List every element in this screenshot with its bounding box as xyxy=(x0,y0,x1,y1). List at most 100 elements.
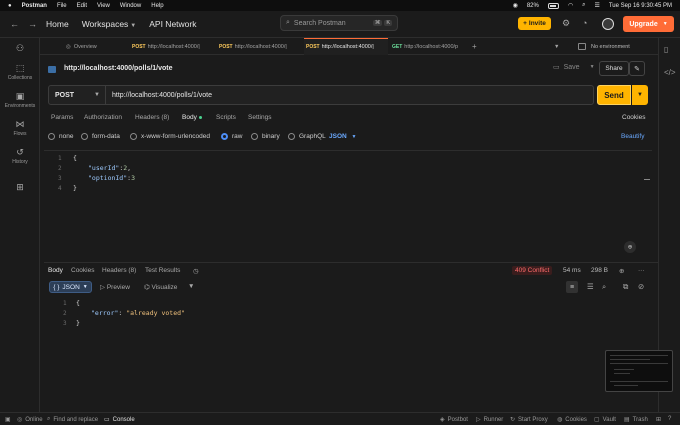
send-button[interactable]: Send xyxy=(597,85,631,105)
sidebar-item-team[interactable]: ⚇ xyxy=(0,43,40,55)
response-format-select[interactable]: { } JSON ▼ xyxy=(49,281,92,293)
chevron-down-icon[interactable]: ▼ xyxy=(188,283,194,290)
response-tab-cookies[interactable]: Cookies xyxy=(71,267,94,274)
radio-none[interactable]: none xyxy=(48,133,73,140)
menu-help[interactable]: Help xyxy=(151,3,163,9)
radio-x-www-form-urlencoded[interactable]: x-www-form-urlencoded xyxy=(130,133,210,140)
sidebar-item-flows[interactable]: ⋈ Flows xyxy=(0,119,40,137)
sidebar-item-collections[interactable]: ⬚ Collections xyxy=(0,63,40,81)
wifi-icon[interactable]: ◠ xyxy=(568,2,573,9)
workspaces-menu[interactable]: Workspaces ▼ xyxy=(82,19,137,29)
console-button[interactable]: ▭ Console xyxy=(104,416,135,424)
menu-view[interactable]: View xyxy=(97,3,110,9)
radio-form-data[interactable]: form-data xyxy=(81,133,120,140)
request-title[interactable]: http://localhost:4000/polls/1/vote xyxy=(64,65,173,72)
tab-scripts[interactable]: Scripts xyxy=(216,114,236,121)
search-icon[interactable]: ⌕ xyxy=(602,282,606,292)
share-button[interactable]: Share xyxy=(599,61,629,76)
tab-request-1[interactable]: POST http://localhost:4000/| xyxy=(132,38,214,55)
history-icon: ↺ xyxy=(16,147,24,157)
code-icon[interactable]: </> xyxy=(664,68,676,77)
tab-headers[interactable]: Headers (8) xyxy=(135,114,169,121)
invite-button[interactable]: + Invite xyxy=(518,17,551,30)
preview-button[interactable]: ▷ Preview xyxy=(100,283,130,291)
record-icon[interactable]: ◉ xyxy=(513,2,518,9)
window-thumbnail[interactable] xyxy=(605,350,673,392)
beautify-link[interactable]: Beautify xyxy=(621,133,645,140)
control-center-icon[interactable]: ☰ xyxy=(594,2,599,9)
response-tab-headers[interactable]: Headers (8) xyxy=(102,267,136,274)
battery-icon[interactable] xyxy=(547,2,559,9)
vault-button[interactable]: ▢ Vault xyxy=(594,416,616,424)
wrap-lines-icon[interactable]: ≡ xyxy=(566,281,578,293)
response-body-viewer[interactable]: 1 { 2 "error": "already voted" 3 } xyxy=(44,296,658,376)
globe-icon[interactable]: ⊕ xyxy=(619,267,624,275)
filter-icon[interactable]: ☰ xyxy=(587,282,594,291)
trash-button[interactable]: ▤ Trash xyxy=(624,416,648,424)
sidebar-item-environments[interactable]: ▣ Environments xyxy=(0,91,40,109)
chevron-down-icon[interactable]: ▼ xyxy=(554,38,559,55)
editor-scrollbar[interactable] xyxy=(644,179,650,180)
avatar[interactable] xyxy=(602,18,614,30)
forward-arrow-icon[interactable]: → xyxy=(28,19,37,29)
response-size[interactable]: 298 B xyxy=(591,267,608,274)
online-status[interactable]: ◎ Online xyxy=(17,416,43,424)
tab-overview[interactable]: ◎ Overview xyxy=(66,38,128,55)
url-input[interactable]: http://localhost:4000/polls/1/vote xyxy=(106,92,212,99)
radio-raw[interactable]: raw xyxy=(221,133,242,140)
find-replace-button[interactable]: ⌕ Find and replace xyxy=(47,416,98,423)
cookies-button[interactable]: ◍ Cookies xyxy=(557,416,587,424)
menu-window[interactable]: Window xyxy=(120,3,141,9)
layout-grid-icon[interactable]: ⊞ xyxy=(656,416,661,423)
save-button[interactable]: ▭ Save ▼ xyxy=(553,63,595,72)
request-body-editor[interactable]: 1 { 2 "userId":2, 3 "optionId":3 4 } ⊕ xyxy=(44,150,652,260)
apple-icon[interactable]: ● xyxy=(8,3,12,9)
menu-edit[interactable]: Edit xyxy=(77,3,87,9)
api-network-link[interactable]: API Network xyxy=(149,19,196,29)
tab-settings[interactable]: Settings xyxy=(248,114,272,121)
environment-selector[interactable]: No environment ▼ xyxy=(578,41,680,52)
home-link[interactable]: Home xyxy=(46,19,69,29)
app-menu[interactable]: Postman xyxy=(22,3,47,9)
grid-icon: ⊞ xyxy=(16,182,24,192)
runner-button[interactable]: ▷ Runner xyxy=(476,416,503,424)
history-icon[interactable]: ◷ xyxy=(193,267,199,275)
link-icon[interactable]: ⊘ xyxy=(638,282,644,291)
bell-icon[interactable]: ◔ xyxy=(582,18,587,28)
radio-graphql[interactable]: GraphQL xyxy=(288,133,326,140)
tab-params[interactable]: Params xyxy=(51,114,73,121)
link-icon[interactable]: ✎ xyxy=(629,61,645,76)
tab-request-2[interactable]: POST http://localhost:4000/| xyxy=(219,38,301,55)
settings-icon[interactable]: ⚙ xyxy=(562,18,570,29)
layout-icon[interactable]: ▣ xyxy=(5,416,11,423)
tab-authorization[interactable]: Authorization xyxy=(84,114,122,121)
back-arrow-icon[interactable]: ← xyxy=(10,19,19,29)
tab-body[interactable]: Body xyxy=(182,114,202,121)
visualize-button[interactable]: ⌬ Visualize xyxy=(144,283,177,291)
cursor-icon[interactable]: ⊕ xyxy=(624,241,636,253)
method-select[interactable]: POST ▼ xyxy=(49,86,106,104)
copy-icon[interactable]: ⧉ xyxy=(623,282,628,292)
sidebar-item-apps[interactable]: ⊞ xyxy=(0,182,40,194)
tab-request-4[interactable]: GET http://localhost:4000/p xyxy=(392,38,468,55)
clock[interactable]: Tue Sep 16 9:30:45 PM xyxy=(609,3,672,9)
response-time[interactable]: 54 ms xyxy=(563,267,581,274)
sidebar-item-history[interactable]: ↺ History xyxy=(0,147,40,165)
new-tab-icon[interactable]: + xyxy=(472,38,477,55)
cookies-link[interactable]: Cookies xyxy=(622,114,645,121)
tab-request-3-active[interactable]: POST http://localhost:4000/| xyxy=(304,38,388,55)
radio-binary[interactable]: binary xyxy=(251,133,280,140)
search-bar[interactable]: ⌕ Search Postman ⌘ K xyxy=(280,15,398,31)
response-tab-body[interactable]: Body xyxy=(48,267,63,274)
upgrade-button[interactable]: Upgrade ▼ xyxy=(623,16,674,32)
response-tab-test-results[interactable]: Test Results xyxy=(145,267,180,274)
send-options-chevron-icon[interactable]: ▼ xyxy=(632,85,648,105)
body-type-select[interactable]: JSON ▼ xyxy=(329,133,356,140)
start-proxy-button[interactable]: ↻ Start Proxy xyxy=(510,416,548,424)
menu-file[interactable]: File xyxy=(57,3,67,9)
status-badge[interactable]: 409 Conflict xyxy=(512,266,553,275)
more-icon[interactable]: ··· xyxy=(638,267,645,274)
postbot-button[interactable]: ◈ Postbot xyxy=(440,416,468,424)
spotlight-icon[interactable]: ⌕ xyxy=(582,2,585,9)
help-icon[interactable]: ? xyxy=(668,416,671,422)
